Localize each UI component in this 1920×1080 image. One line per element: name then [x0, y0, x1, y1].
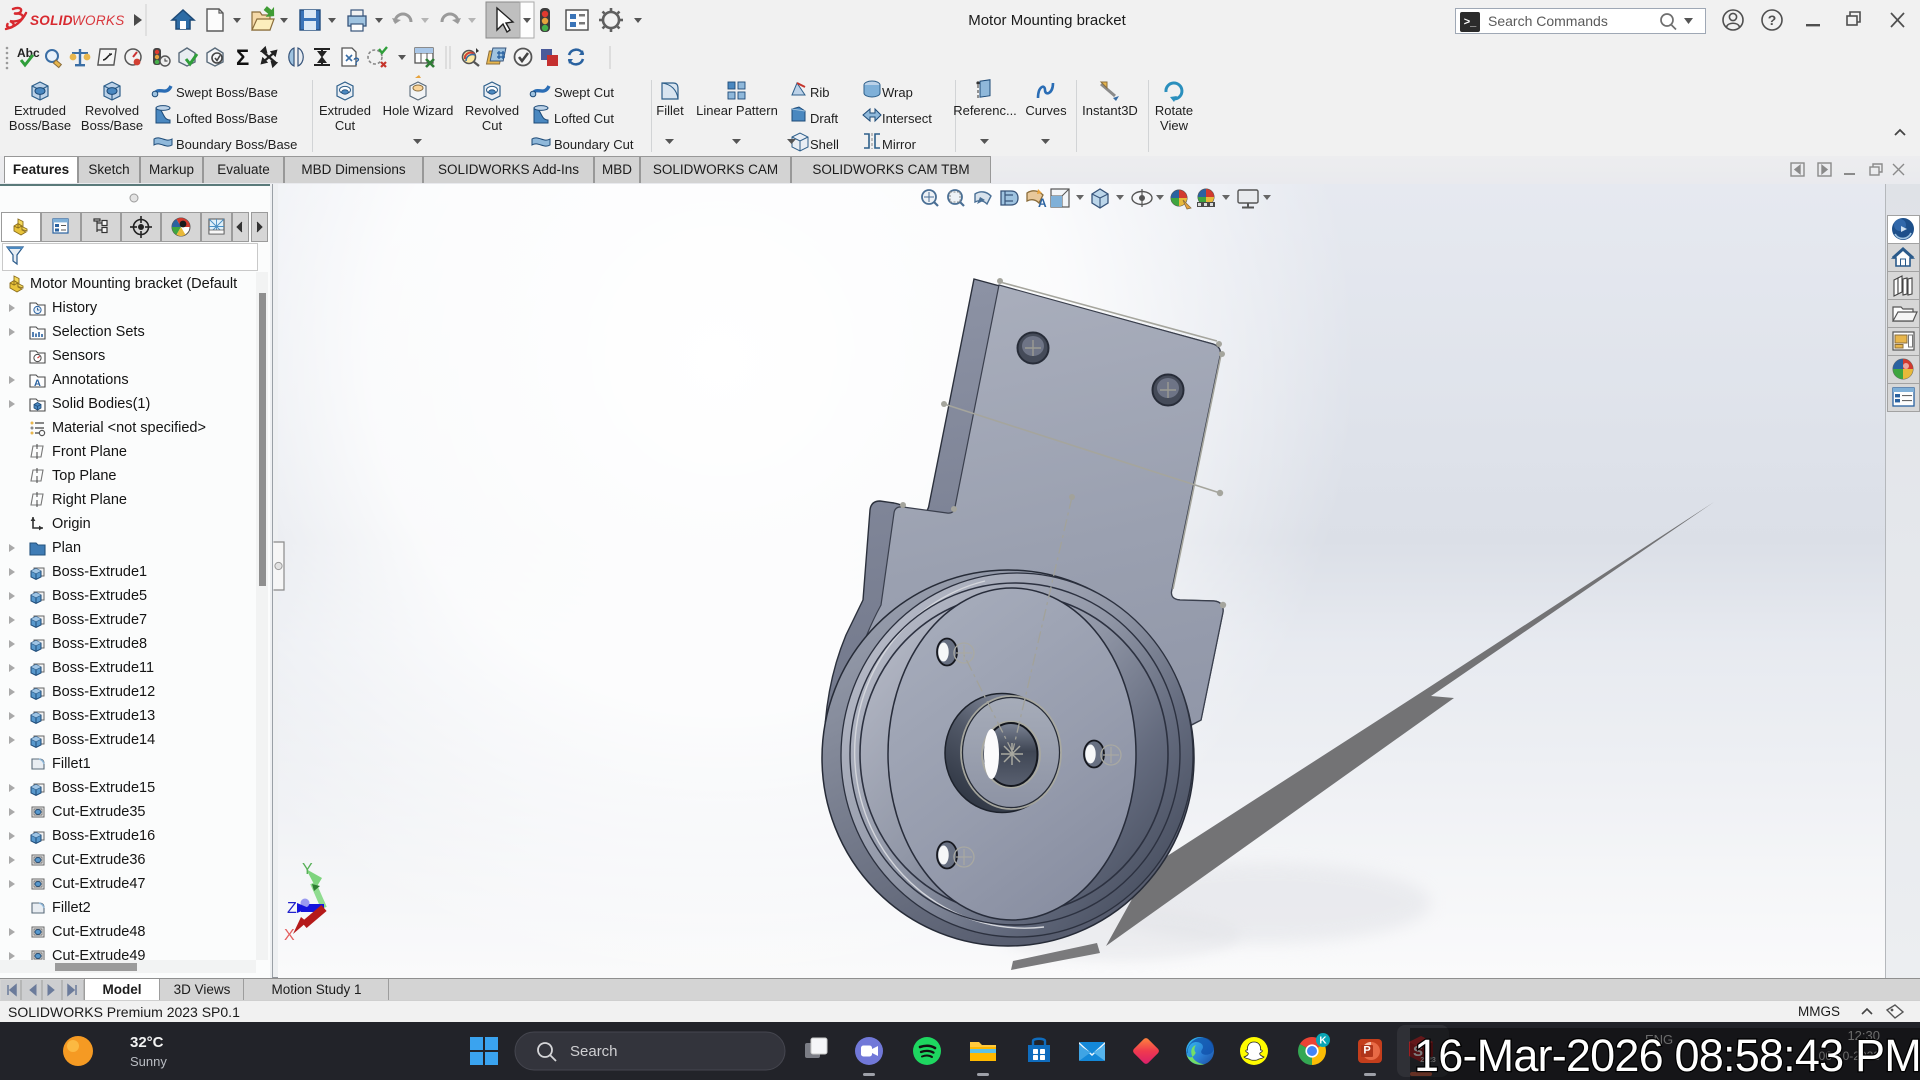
svg-text:WORKS: WORKS: [72, 13, 125, 28]
svg-text:K: K: [1319, 1036, 1327, 1047]
svg-text:Y: Y: [302, 861, 313, 878]
svg-text:Abc: Abc: [17, 46, 40, 60]
svg-text:SOLID: SOLID: [30, 13, 73, 28]
svg-text:Search: Search: [570, 1043, 618, 1060]
svg-text:32°C: 32°C: [130, 1034, 164, 1051]
svg-text:Σ: Σ: [236, 45, 249, 70]
svg-text:Sunny: Sunny: [130, 1054, 167, 1069]
svg-text:A: A: [1038, 196, 1047, 210]
svg-text:Z: Z: [287, 900, 297, 917]
svg-text:?: ?: [1768, 12, 1777, 28]
svg-text:P: P: [1363, 1045, 1370, 1057]
svg-text:X: X: [284, 927, 295, 944]
svg-text:?: ?: [353, 56, 360, 68]
svg-text:16-Mar-2026 08:58:43 PM: 16-Mar-2026 08:58:43 PM: [1414, 1030, 1920, 1080]
